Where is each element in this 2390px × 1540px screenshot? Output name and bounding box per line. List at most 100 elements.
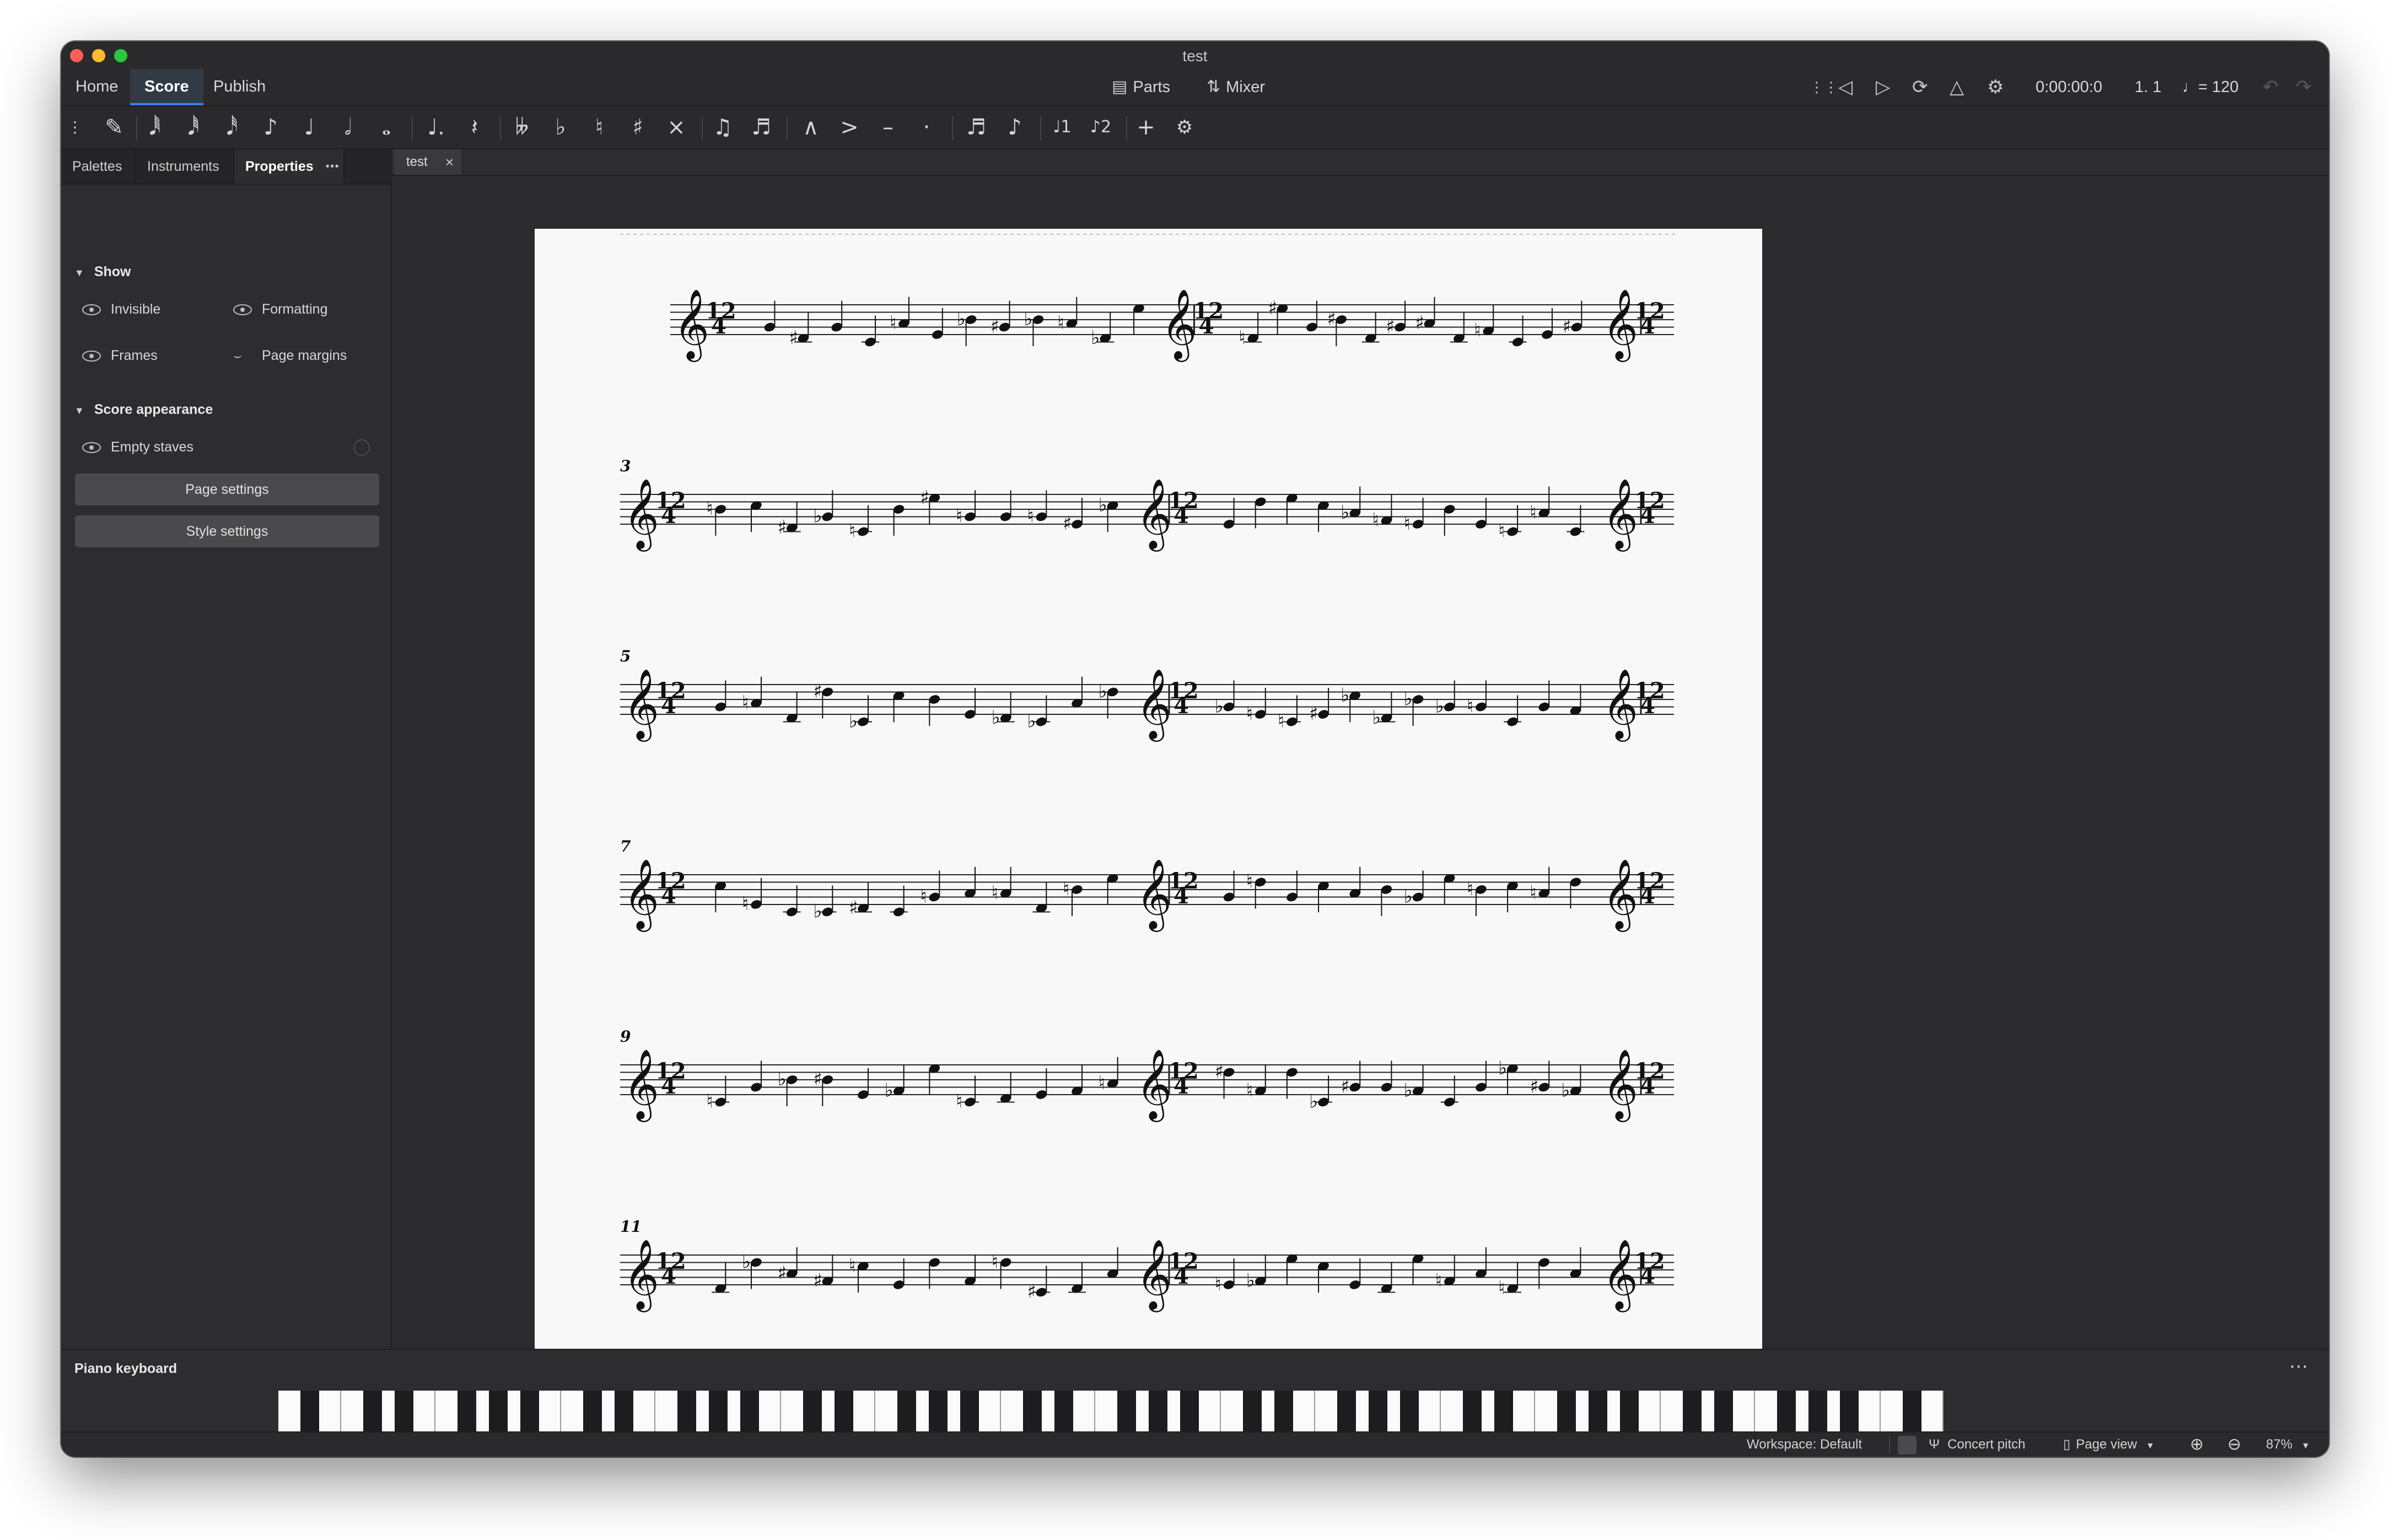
marcato-icon[interactable]: ∧ xyxy=(794,112,827,143)
piano-black-key[interactable] xyxy=(1054,1391,1073,1437)
empty-staves-toggle[interactable]: Empty staves xyxy=(82,439,193,455)
note-input-pencil-icon[interactable]: ✎ xyxy=(98,112,131,143)
voice-1-icon[interactable]: ♩1 xyxy=(1046,112,1079,143)
toolbar-settings-icon[interactable]: ⚙ xyxy=(1168,112,1201,143)
flip-direction-icon[interactable]: ♪ xyxy=(998,112,1031,143)
piano-black-key[interactable] xyxy=(1494,1391,1513,1437)
piano-black-key[interactable] xyxy=(363,1391,382,1437)
piano-black-key[interactable] xyxy=(960,1391,979,1437)
piano-black-key[interactable] xyxy=(1620,1391,1639,1437)
piano-black-key[interactable] xyxy=(1274,1391,1293,1437)
zoom-out-icon[interactable]: ⊖ xyxy=(2227,1433,2241,1457)
piano-black-key[interactable] xyxy=(489,1391,508,1437)
piano-black-key[interactable] xyxy=(1023,1391,1042,1437)
score-view[interactable]: test × 𝄞 12 4 𝄞 12 4 𝄞 12 4 ♯ ♮ ♭ ♯ ♭ ♮ ♭ ♮ ♯ ♯ ♯ ♯ ♮ ♯ 3 𝄞 12 4 𝄞 1… xyxy=(392,149,2329,1349)
zoom-in-icon[interactable]: ⊕ xyxy=(2190,1433,2204,1457)
piano-black-key[interactable] xyxy=(1557,1391,1576,1437)
8th-note-icon[interactable]: ♪ xyxy=(254,112,287,143)
play-icon[interactable]: ▷ xyxy=(1876,74,1890,100)
loop-icon[interactable]: ⟳ xyxy=(1912,74,1928,100)
style-settings-button[interactable]: Style settings xyxy=(75,515,379,547)
piano-black-key[interactable] xyxy=(709,1391,728,1437)
piano-black-key[interactable] xyxy=(300,1391,319,1437)
drag-handle-icon[interactable]: ⋮ xyxy=(67,112,83,143)
sharp-icon[interactable]: ♯ xyxy=(621,112,654,143)
64th-note-icon[interactable]: 𝅘𝅥𝅲 xyxy=(138,112,171,143)
piano-black-key[interactable] xyxy=(1180,1391,1199,1437)
score-page[interactable]: 𝄞 12 4 𝄞 12 4 𝄞 12 4 ♯ ♮ ♭ ♯ ♭ ♮ ♭ ♮ ♯ ♯ ♯ ♯ ♮ ♯ 3 𝄞 12 4 𝄞 12 4 𝄞 12 4 ♮… xyxy=(535,229,1762,1349)
tuplet-icon[interactable]: ♬ xyxy=(960,112,993,143)
piano-black-key[interactable] xyxy=(677,1391,696,1437)
piano-black-key[interactable] xyxy=(615,1391,633,1437)
staccato-icon[interactable]: · xyxy=(910,112,943,143)
piano-black-key[interactable] xyxy=(583,1391,602,1437)
augmentation-dot-icon[interactable]: ♩. xyxy=(419,112,453,143)
undo-icon[interactable]: ↶ xyxy=(2263,74,2279,100)
piano-black-key[interactable] xyxy=(1683,1391,1702,1437)
more-options-icon[interactable]: ⋯ xyxy=(325,149,339,184)
show-invisible-toggle[interactable]: Invisible xyxy=(82,301,160,317)
zoom-selector[interactable]: 87% ▼ xyxy=(2266,1433,2310,1457)
zoom-window-button[interactable] xyxy=(114,49,127,62)
accent-icon[interactable]: > xyxy=(833,112,866,143)
piano-black-key[interactable] xyxy=(1714,1391,1733,1437)
slur-icon[interactable]: ♬ xyxy=(745,112,778,143)
piano-black-key[interactable] xyxy=(1589,1391,1607,1437)
more-options-icon[interactable]: ⋯ xyxy=(2289,1355,2308,1377)
concert-pitch-toggle[interactable]: Ψ Concert pitch xyxy=(1898,1433,2025,1457)
page-view-selector[interactable]: ▯ Page view ▼ xyxy=(2063,1433,2155,1457)
whole-note-icon[interactable]: 𝅝 xyxy=(370,112,403,143)
double-sharp-icon[interactable]: × xyxy=(660,112,693,143)
piano-black-key[interactable] xyxy=(1808,1391,1827,1437)
piano-black-key[interactable] xyxy=(740,1391,759,1437)
piano-black-key[interactable] xyxy=(835,1391,853,1437)
show-formatting-toggle[interactable]: Formatting xyxy=(233,301,327,317)
piano-black-key[interactable] xyxy=(803,1391,822,1437)
add-icon[interactable]: + xyxy=(1129,112,1162,143)
piano-black-key[interactable] xyxy=(395,1391,413,1437)
piano-black-key[interactable] xyxy=(1777,1391,1796,1437)
natural-icon[interactable]: ♮ xyxy=(583,112,616,143)
double-flat-icon[interactable]: 𝄫 xyxy=(505,112,539,143)
tab-score[interactable]: Score xyxy=(130,69,203,105)
half-note-icon[interactable]: 𝅗𝅥 xyxy=(331,112,364,143)
32nd-note-icon[interactable]: 𝅘𝅥𝅱 xyxy=(177,112,210,143)
tab-properties[interactable]: Properties ⋯ xyxy=(234,149,344,184)
piano-black-key[interactable] xyxy=(520,1391,539,1437)
piano-black-key[interactable] xyxy=(1369,1391,1387,1437)
close-tab-icon[interactable]: × xyxy=(445,149,454,175)
piano-black-key[interactable] xyxy=(929,1391,948,1437)
reset-icon[interactable] xyxy=(353,439,370,456)
piano-black-key[interactable] xyxy=(1149,1391,1167,1437)
piano-black-key[interactable] xyxy=(897,1391,916,1437)
piano-black-key[interactable] xyxy=(1463,1391,1482,1437)
piano-black-key[interactable] xyxy=(1337,1391,1356,1437)
16th-note-icon[interactable]: 𝅘𝅥𝅰 xyxy=(216,112,249,143)
workspace-selector[interactable]: Workspace: Default xyxy=(1747,1433,1862,1457)
show-page-margins-toggle[interactable]: ⌣ Page margins xyxy=(233,348,347,364)
tab-palettes[interactable]: Palettes xyxy=(61,149,136,184)
drag-handle-icon[interactable]: ⋮⋮ xyxy=(1810,74,1838,100)
tab-publish[interactable]: Publish xyxy=(199,69,280,105)
voice-2-icon[interactable]: ♪2 xyxy=(1084,112,1117,143)
tenuto-icon[interactable]: – xyxy=(871,112,905,143)
tab-instruments[interactable]: Instruments xyxy=(136,149,234,184)
document-tab[interactable]: test × xyxy=(394,149,461,175)
mixer-button[interactable]: ⇅ Mixer xyxy=(1207,69,1265,105)
rewind-icon[interactable]: ◁ xyxy=(1838,74,1853,100)
piano-black-key[interactable] xyxy=(1400,1391,1419,1437)
piano-black-key[interactable] xyxy=(1840,1391,1859,1437)
redo-icon[interactable]: ↷ xyxy=(2296,74,2312,100)
page-settings-button[interactable]: Page settings xyxy=(75,473,379,505)
flat-icon[interactable]: ♭ xyxy=(544,112,577,143)
tab-home[interactable]: Home xyxy=(61,69,132,105)
quarter-note-icon[interactable]: ♩ xyxy=(293,112,326,143)
piano-black-key[interactable] xyxy=(1243,1391,1262,1437)
playback-settings-icon[interactable]: ⚙ xyxy=(1987,74,2004,100)
close-window-button[interactable] xyxy=(70,49,83,62)
metronome-icon[interactable]: △ xyxy=(1950,74,1964,100)
show-section-header[interactable]: ▼ Show xyxy=(74,264,131,280)
tie-icon[interactable]: ♫ xyxy=(706,112,739,143)
piano-black-key[interactable] xyxy=(457,1391,476,1437)
concert-pitch-checkbox[interactable] xyxy=(1898,1435,1917,1455)
